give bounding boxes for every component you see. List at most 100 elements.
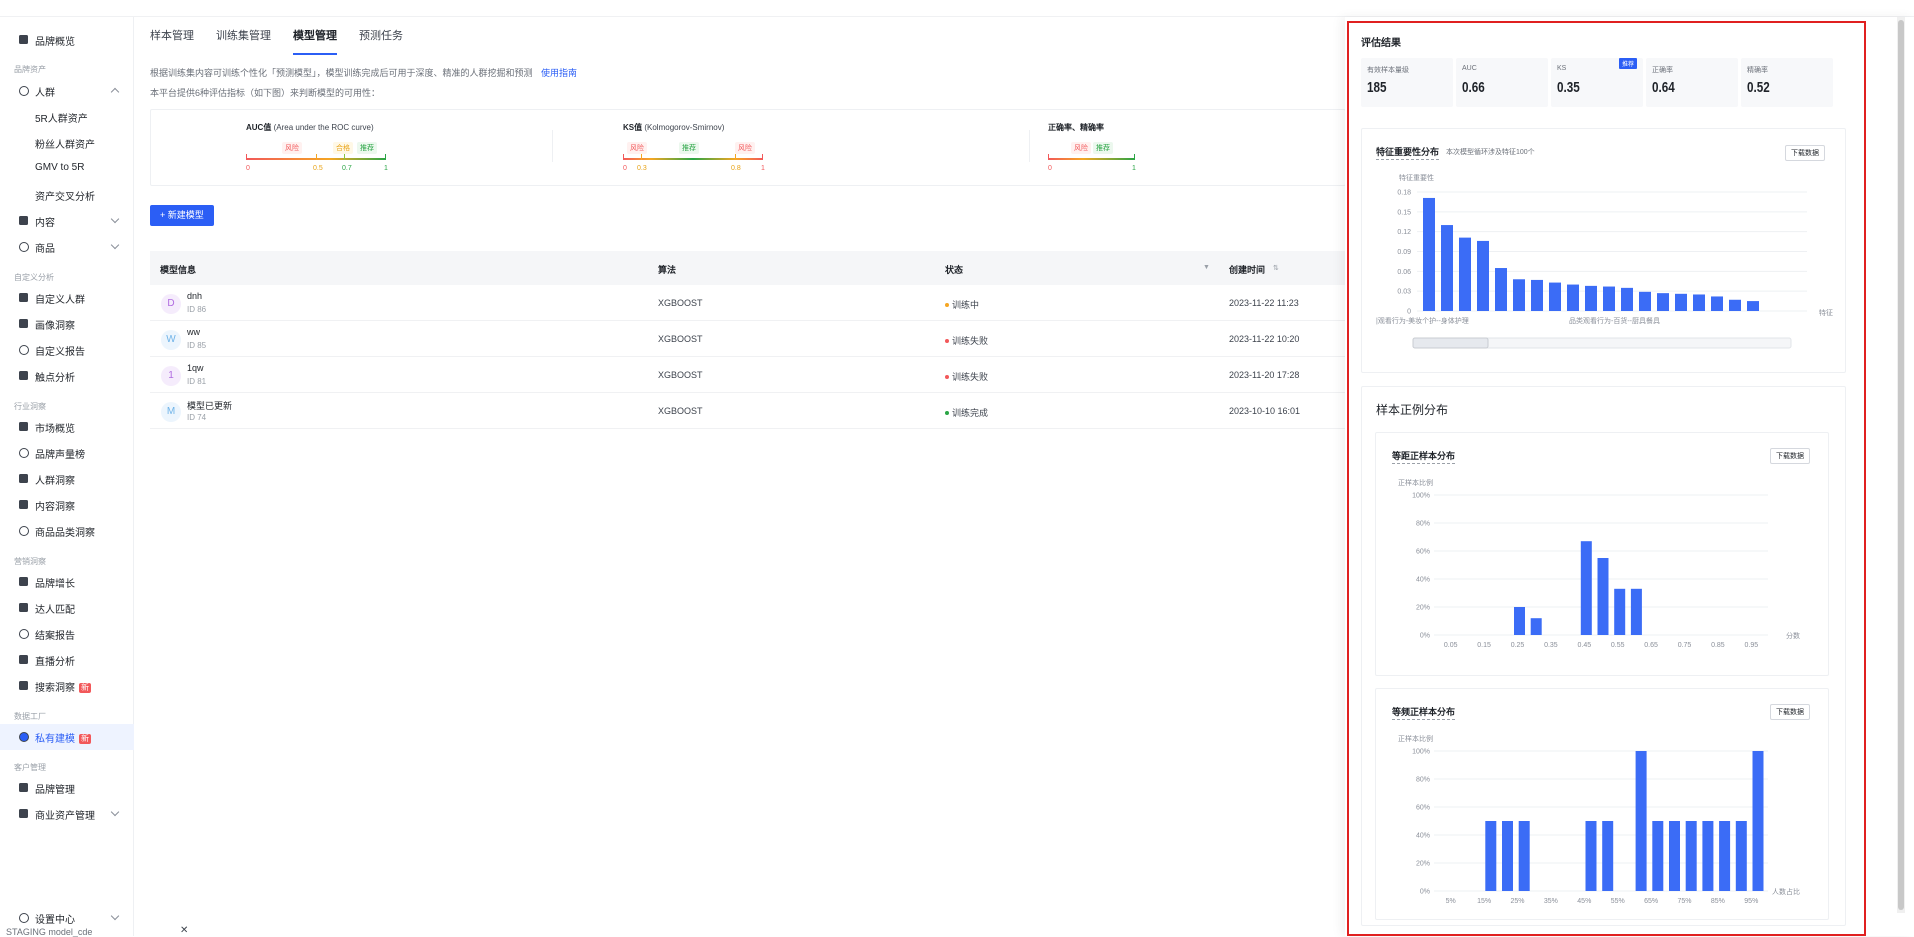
sidebar-item[interactable]: 内容洞察	[0, 492, 134, 518]
sidebar-item[interactable]: 资产交叉分析	[0, 182, 134, 208]
bar	[1477, 240, 1489, 311]
x-tick-label: 45%	[1577, 898, 1591, 905]
download-button[interactable]: 下载数据	[1785, 145, 1825, 161]
bar	[1585, 821, 1597, 891]
download-button[interactable]: 下载数据	[1770, 448, 1810, 464]
bar	[1531, 279, 1543, 311]
y-tick-label: 0%	[1420, 633, 1430, 640]
ks-metric-card: KS值 (Kolmogorov-Smirnov) 风险 推荐 风险 0 0.3 …	[581, 110, 1001, 185]
feature-count-note: 本次模型循环涉及特征100个	[1446, 149, 1535, 156]
bar	[1752, 751, 1764, 891]
tick-label: 0.8	[731, 165, 741, 172]
sidebar-item[interactable]: 人群	[0, 78, 134, 104]
table-row[interactable]: Www ID 85 XGBOOST 训练失败 2023-11-22 10:20	[150, 321, 1346, 357]
sidebar-item[interactable]: 品牌增长	[0, 569, 134, 595]
x-tick-label: 0.45	[1577, 642, 1591, 649]
sidebar-item[interactable]: 粉丝人群资产	[0, 130, 134, 156]
tab[interactable]: 样本管理	[150, 27, 194, 55]
new-model-button[interactable]: + 新建模型	[150, 205, 214, 226]
chevron-down-icon[interactable]	[110, 214, 120, 224]
sidebar-item[interactable]: 结案报告	[0, 621, 134, 647]
sidebar-item[interactable]: 商业资产管理	[0, 801, 134, 827]
sidebar-item[interactable]: 私有建模新	[0, 724, 134, 750]
chevron-up-icon[interactable]	[110, 87, 120, 97]
growth-icon	[18, 576, 30, 588]
created-time-cell: 2023-11-20 17:28	[1229, 370, 1300, 380]
match-icon	[18, 602, 30, 614]
status-cell: 训练中	[945, 298, 979, 311]
sidebar-group-label: 行业洞察	[14, 402, 46, 411]
table-row[interactable]: 1 1qw ID 81 XGBOOST 训练失败 2023-11-20 17:28	[150, 357, 1346, 393]
kpi-card: KS 0.35 推荐	[1551, 58, 1643, 107]
sidebar-item[interactable]: 内容	[0, 208, 134, 234]
y-tick-label: 0.15	[1397, 209, 1411, 216]
sidebar-item-label: 品牌增长	[35, 579, 75, 590]
sidebar-item[interactable]: 搜索洞察新	[0, 673, 134, 699]
filter-icon[interactable]: ▼	[1203, 264, 1210, 271]
sidebar-item[interactable]: 品牌概览	[0, 27, 134, 53]
model-id: ID 86	[187, 305, 207, 314]
tab[interactable]: 预测任务	[359, 27, 403, 55]
y-tick-label: 20%	[1416, 605, 1430, 612]
sort-icon[interactable]: ⇅	[1273, 264, 1279, 272]
tab[interactable]: 训练集管理	[216, 27, 271, 55]
sidebar-item[interactable]: 商品品类洞察	[0, 518, 134, 544]
y-tick-label: 0	[1407, 309, 1411, 316]
sidebar-item[interactable]: 自定义报告	[0, 337, 134, 363]
bar	[1495, 268, 1507, 311]
recommend-tag: 推荐	[679, 142, 699, 154]
sidebar-item[interactable]: 品牌声量榜	[0, 440, 134, 466]
table-row[interactable]: Ddnh ID 86 XGBOOST 训练中 2023-11-22 11:23	[150, 285, 1346, 321]
sidebar-item[interactable]: 商品	[0, 234, 134, 260]
y-tick-label: 80%	[1416, 777, 1430, 784]
sidebar-item[interactable]: 达人匹配	[0, 595, 134, 621]
accuracy-metric-card: 正确率、精确率 风险 推荐 0 1	[1001, 110, 1345, 185]
tab[interactable]: 模型管理	[293, 27, 337, 55]
bar	[1614, 588, 1626, 635]
model-name[interactable]: dnh	[187, 291, 202, 301]
model-id: ID 74	[187, 413, 207, 422]
sidebar-item[interactable]: 直播分析	[0, 647, 134, 673]
chevron-down-icon[interactable]	[110, 240, 120, 250]
accuracy-gauge	[1048, 158, 1135, 160]
sidebar-item[interactable]: GMV to 5R	[0, 156, 134, 182]
table-row[interactable]: M 模型已更新 ID 74 XGBOOST 训练完成 2023-10-10 16:01	[150, 393, 1346, 429]
chevron-down-icon[interactable]	[110, 911, 120, 921]
x-tick-label: 0.95	[1744, 642, 1758, 649]
model-name[interactable]: 1qw	[187, 363, 204, 373]
x-tick-label: 25%	[1510, 898, 1524, 905]
algorithm-cell: XGBOOST	[658, 298, 703, 308]
modeling-icon	[18, 731, 30, 743]
drawer-scroll-thumb[interactable]	[1898, 20, 1904, 910]
download-button[interactable]: 下载数据	[1770, 704, 1810, 720]
guide-link[interactable]: 使用指南	[541, 68, 577, 78]
sidebar-item[interactable]: 5R人群资产	[0, 104, 134, 130]
table-header: 模型信息 算法 状态 ▼ 创建时间 ⇅	[150, 251, 1346, 285]
kpi-label: 精确率	[1747, 67, 1768, 74]
sidebar-item-label: 搜索洞察新	[35, 683, 91, 694]
content-insight-icon	[18, 499, 30, 511]
y-tick-label: 0.12	[1397, 229, 1411, 236]
chevron-down-icon[interactable]	[110, 807, 120, 817]
sidebar-item[interactable]: 自定义人群	[0, 285, 134, 311]
sidebar-item[interactable]: 人群洞察	[0, 466, 134, 492]
sidebar-item[interactable]: 触点分析	[0, 363, 134, 389]
y-tick-label: 0.18	[1397, 190, 1411, 197]
kpi-card: 正确率 0.64	[1646, 58, 1738, 107]
x-tick-label: |观看行为-美妆个护--身体护理	[1376, 316, 1469, 325]
sidebar-item[interactable]: 品牌管理	[0, 775, 134, 801]
risk-tag: 风险	[735, 142, 755, 154]
portrait-icon	[18, 318, 30, 330]
live-icon	[18, 654, 30, 666]
algorithm-cell: XGBOOST	[658, 370, 703, 380]
tick-label: 0.7	[342, 165, 352, 172]
settings-icon	[18, 912, 30, 924]
model-name[interactable]: ww	[187, 327, 200, 337]
sidebar-item[interactable]: 画像洞察	[0, 311, 134, 337]
main-content: 样本管理 训练集管理 模型管理 预测任务 根据训练集内容可训练个性化「预测模型」，模型…	[136, 17, 1346, 936]
ks-gauge	[623, 158, 763, 160]
x-tick-label: 55%	[1611, 898, 1625, 905]
users-icon	[18, 85, 30, 97]
sidebar-item[interactable]: 市场概览	[0, 414, 134, 440]
model-name[interactable]: 模型已更新	[187, 399, 232, 412]
